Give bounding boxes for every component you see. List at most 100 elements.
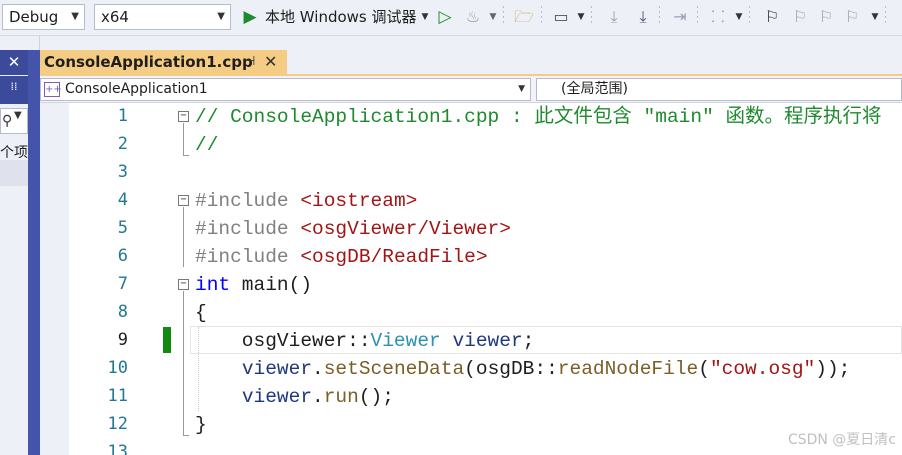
start-debugging-icon[interactable]: ▶ [240,5,260,29]
close-icon[interactable]: ✕ [264,52,277,71]
chevron-down-icon[interactable]: ▼ [734,5,744,29]
code-token: #include [195,218,301,240]
code-line[interactable]: viewer.run(); [195,383,394,411]
toolbar-separator: · · · · [748,3,751,28]
pin-icon[interactable]: ⊣ [244,54,255,69]
code-token: // ConsoleApplication1.cpp : 此文件包含 "main… [195,106,882,128]
fold-guide-line [183,291,184,435]
comment-out-icon[interactable]: ⸬ [706,5,730,29]
code-line[interactable]: } [195,411,207,439]
solution-configuration-dropdown[interactable]: Debug ▼ [2,4,85,30]
navigation-bar: ++ ConsoleApplication1 ▼ (全局范围) [40,76,902,103]
hot-reload-icon[interactable]: ♨ [462,5,484,29]
solution-explorer-panel: ✕ ⁞⁞ ⚲ ▼ 个项 [0,36,40,455]
code-token: { [195,302,207,324]
line-number: 9 [117,330,128,350]
code-line[interactable]: osgViewer::Viewer viewer; [195,327,535,355]
code-token: <osgViewer/Viewer> [300,218,511,240]
code-token: <osgDB/ReadFile> [300,246,488,268]
code-token: Viewer [370,330,441,352]
code-token: ( [698,358,710,380]
chevron-down-icon: ▼ [518,84,525,94]
chevron-down-icon[interactable]: ▼ [488,5,498,29]
close-icon[interactable]: ✕ [0,50,28,75]
run-target-label[interactable]: 本地 Windows 调试器 [265,5,417,29]
line-number: 13 [107,442,128,455]
project-dropdown[interactable]: ++ ConsoleApplication1 ▼ [40,78,531,101]
code-line[interactable]: #include <osgViewer/Viewer> [195,215,511,243]
chevron-down-icon[interactable]: ▼ [420,5,430,29]
line-number: 11 [107,386,128,406]
panel-menu-icon[interactable]: ⁞⁞ [0,76,28,104]
bookmark-icon[interactable]: ⚐ [760,5,784,29]
document-tab-strip: ConsoleApplication1.cpp ⊣ ✕ [40,36,902,76]
line-number: 7 [117,274,128,294]
collapse-icon[interactable]: − [178,279,189,290]
toolbar-separator: · · · · [696,3,699,28]
code-token: ; [522,330,535,352]
chevron-down-icon[interactable]: ▼ [14,110,22,121]
main-toolbar: Debug ▼ x64 ▼ ▶ 本地 Windows 调试器 ▼ ▷ ♨ ▼ ·… [0,0,902,36]
window-layout-icon[interactable]: ▭ [550,5,572,29]
code-line[interactable]: // ConsoleApplication1.cpp : 此文件包含 "main… [195,103,881,131]
step-over-icon[interactable]: ⤓ [630,5,656,29]
fold-guide-end [183,155,189,156]
tab-consoleapplication1-cpp[interactable]: ConsoleApplication1.cpp ⊣ ✕ [40,50,287,76]
code-editor[interactable]: − − − 1 2 3 4 5 6 7 8 9 10 11 12 13 // ConsoleApplic… [40,103,902,455]
selected-tree-row[interactable] [0,160,28,186]
toolbar-separator: · · · · [540,3,543,28]
previous-bookmark-icon[interactable]: ⚐ [788,5,812,29]
chevron-down-icon[interactable]: ▼ [576,5,586,29]
fold-guide-line [183,207,184,267]
code-token: osgViewer:: [195,330,371,352]
step-into-icon[interactable]: ⤓ [602,5,626,29]
fold-guide-line [183,123,184,155]
code-token: "cow.osg" [709,358,816,380]
code-token: viewer [241,358,313,380]
line-number: 8 [117,302,128,322]
code-token: (); [358,386,394,408]
code-line[interactable]: #include <osgDB/ReadFile> [195,243,488,271]
line-number: 3 [117,162,128,182]
configuration-value: Debug [9,8,59,26]
tab-title: ConsoleApplication1.cpp [44,53,253,71]
editor-margin [40,103,69,455]
solution-platform-dropdown[interactable]: x64 ▼ [94,4,231,30]
code-token: viewer [241,386,313,408]
code-line[interactable]: // [195,131,218,159]
toolbar-separator: · · · · [590,3,593,28]
code-line[interactable]: { [195,299,207,327]
start-without-debugging-icon[interactable]: ▷ [434,5,456,29]
code-token: . [312,386,324,408]
code-token: } [195,414,207,436]
code-line[interactable]: int main() [195,271,312,299]
toolbar-separator: · · · · [884,3,887,28]
code-token: viewer [452,330,523,352]
code-token: #include [195,190,301,212]
scope-dropdown[interactable]: (全局范围) [536,78,902,101]
line-number: 12 [107,414,128,434]
panel-scrollbar[interactable] [28,50,40,455]
line-number: 6 [117,246,128,266]
collapse-icon[interactable]: − [178,195,189,206]
chevron-down-icon: ▼ [217,11,225,22]
code-line[interactable]: viewer.setSceneData(osgDB::readNodeFile(… [195,355,851,383]
folder-search-icon[interactable]: 🗁 [512,5,536,29]
code-token: <iostream> [300,190,418,212]
code-token: #include [195,246,301,268]
step-out-icon[interactable]: ⇥ [668,5,692,29]
code-token: )); [815,358,851,380]
code-line[interactable]: #include <iostream> [195,187,417,215]
watermark-text: CSDN @夏日清c [787,432,896,448]
next-bookmark-icon[interactable]: ⚐ [814,5,838,29]
platform-value: x64 [101,8,129,26]
line-number: 4 [117,190,128,210]
chevron-down-icon[interactable]: ▼ [870,5,880,29]
code-token: readNodeFile [557,358,699,380]
line-number: 5 [117,218,128,238]
clear-bookmarks-icon[interactable]: ⚐ [840,5,864,29]
collapse-icon[interactable]: − [178,111,189,122]
